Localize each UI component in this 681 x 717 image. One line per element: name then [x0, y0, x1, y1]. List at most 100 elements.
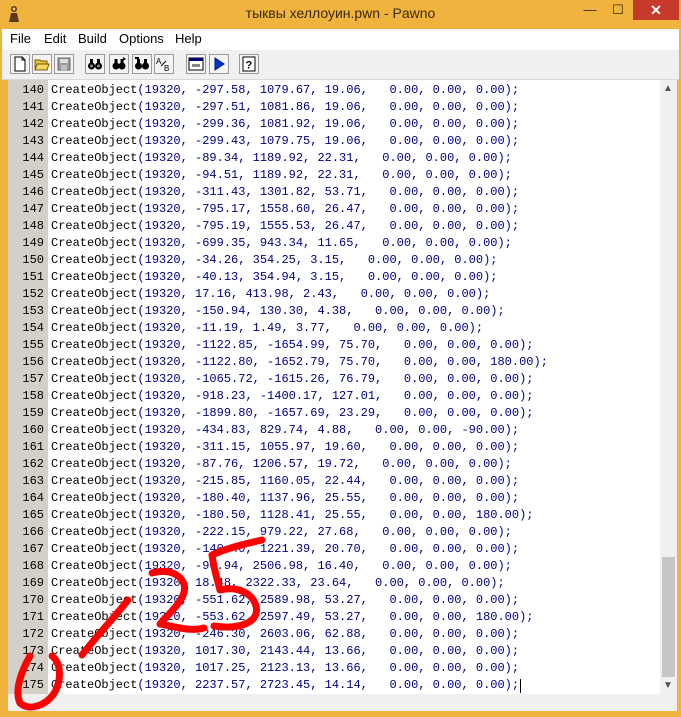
- code-text[interactable]: CreateObject(19320, -1122.85, -1654.99, …: [51, 337, 534, 354]
- line-number: 141: [22, 100, 44, 114]
- code-text[interactable]: CreateObject(19320, -553.62, 2597.49, 53…: [51, 609, 534, 626]
- code-text[interactable]: CreateObject(19320, 17.16, 413.98, 2.43,…: [51, 286, 490, 303]
- code-line[interactable]: 143 CreateObject(19320, -299.43, 1079.75,…: [8, 133, 660, 150]
- vertical-scroll-thumb[interactable]: [662, 557, 675, 677]
- code-line[interactable]: 167 CreateObject(19320, -140.40, 1221.39,…: [8, 541, 660, 558]
- code-line[interactable]: 148 CreateObject(19320, -795.19, 1555.53,…: [8, 218, 660, 235]
- run-play-icon[interactable]: [209, 54, 229, 74]
- code-line[interactable]: 166 CreateObject(19320, -222.15, 979.22, …: [8, 524, 660, 541]
- open-folder-icon[interactable]: [32, 54, 52, 74]
- code-text[interactable]: CreateObject(19320, -11.19, 1.49, 3.77, …: [51, 320, 483, 337]
- code-line[interactable]: 172 CreateObject(19320, -246.30, 2603.06,…: [8, 626, 660, 643]
- code-text[interactable]: CreateObject(19320, -87.76, 1206.57, 19.…: [51, 456, 512, 473]
- code-text[interactable]: CreateObject(19320, 1017.30, 2143.44, 13…: [51, 643, 519, 660]
- code-text[interactable]: CreateObject(19320, -311.15, 1055.97, 19…: [51, 439, 519, 456]
- code-line[interactable]: 165 CreateObject(19320, -180.50, 1128.41,…: [8, 507, 660, 524]
- code-line[interactable]: 142 CreateObject(19320, -299.36, 1081.92,…: [8, 116, 660, 133]
- new-file-icon[interactable]: [10, 54, 30, 74]
- code-line[interactable]: 162 CreateObject(19320, -87.76, 1206.57, …: [8, 456, 660, 473]
- replace-ab-icon[interactable]: AB: [154, 54, 174, 74]
- code-text[interactable]: CreateObject(19320, -150.94, 130.30, 4.3…: [51, 303, 505, 320]
- code-editor[interactable]: 140 CreateObject(19320, -297.58, 1079.67,…: [8, 80, 660, 694]
- code-line[interactable]: 149 CreateObject(19320, -699.35, 943.34, …: [8, 235, 660, 252]
- code-text[interactable]: CreateObject(19320, 18.48, 2322.33, 23.6…: [51, 575, 505, 592]
- close-button[interactable]: ✕: [633, 0, 679, 20]
- code-line[interactable]: 147 CreateObject(19320, -795.17, 1558.60,…: [8, 201, 660, 218]
- code-line[interactable]: 173 CreateObject(19320, 1017.30, 2143.44,…: [8, 643, 660, 660]
- code-text[interactable]: CreateObject(19320, -34.26, 354.25, 3.15…: [51, 252, 497, 269]
- code-line[interactable]: 160 CreateObject(19320, -434.83, 829.74, …: [8, 422, 660, 439]
- code-text[interactable]: CreateObject(19320, -795.17, 1558.60, 26…: [51, 201, 519, 218]
- code-line[interactable]: 169 CreateObject(19320, 18.48, 2322.33, 2…: [8, 575, 660, 592]
- code-line[interactable]: 155 CreateObject(19320, -1122.85, -1654.9…: [8, 337, 660, 354]
- code-text[interactable]: CreateObject(19320, -222.15, 979.22, 27.…: [51, 524, 512, 541]
- code-text[interactable]: CreateObject(19320, -94.51, 1189.92, 22.…: [51, 167, 512, 184]
- menu-edit[interactable]: Edit: [44, 31, 66, 46]
- line-number: 154: [22, 321, 44, 335]
- minimize-button[interactable]: —: [576, 0, 604, 20]
- code-text[interactable]: CreateObject(19320, -40.13, 354.94, 3.15…: [51, 269, 497, 286]
- code-line[interactable]: 141 CreateObject(19320, -297.51, 1081.86,…: [8, 99, 660, 116]
- code-text[interactable]: CreateObject(19320, -297.51, 1081.86, 19…: [51, 99, 519, 116]
- scroll-down-arrow-icon[interactable]: ▼: [663, 680, 673, 691]
- code-text[interactable]: CreateObject(19320, -699.35, 943.34, 11.…: [51, 235, 512, 252]
- menu-options[interactable]: Options: [119, 31, 164, 46]
- code-text[interactable]: CreateObject(19320, -299.43, 1079.75, 19…: [51, 133, 519, 150]
- code-line[interactable]: 150 CreateObject(19320, -34.26, 354.25, 3…: [8, 252, 660, 269]
- code-line[interactable]: 168 CreateObject(19320, -90.94, 2506.98, …: [8, 558, 660, 575]
- replace-binoculars-icon[interactable]: [132, 54, 152, 74]
- code-line[interactable]: 163 CreateObject(19320, -215.85, 1160.05,…: [8, 473, 660, 490]
- code-line[interactable]: 175 CreateObject(19320, 2237.57, 2723.45,…: [8, 677, 660, 694]
- maximize-button[interactable]: ☐: [604, 0, 632, 20]
- help-question-icon[interactable]: ?: [239, 54, 259, 74]
- code-line[interactable]: 157 CreateObject(19320, -1065.72, -1615.2…: [8, 371, 660, 388]
- code-text[interactable]: CreateObject(19320, -1122.80, -1652.79, …: [51, 354, 548, 371]
- title-bar[interactable]: тыквы хеллоуин.pwn - Pawno — ☐ ✕: [0, 0, 681, 29]
- code-text[interactable]: CreateObject(19320, -180.40, 1137.96, 25…: [51, 490, 519, 507]
- scroll-up-arrow-icon[interactable]: ▲: [663, 83, 673, 94]
- code-line[interactable]: 156 CreateObject(19320, -1122.80, -1652.7…: [8, 354, 660, 371]
- find-next-binoculars-icon[interactable]: [109, 54, 129, 74]
- code-line[interactable]: 174 CreateObject(19320, 1017.25, 2123.13,…: [8, 660, 660, 677]
- code-text[interactable]: CreateObject(19320, -180.50, 1128.41, 25…: [51, 507, 534, 524]
- line-number: 165: [22, 508, 44, 522]
- menu-build[interactable]: Build: [78, 31, 107, 46]
- code-line[interactable]: 164 CreateObject(19320, -180.40, 1137.96,…: [8, 490, 660, 507]
- code-text[interactable]: CreateObject(19320, -311.43, 1301.82, 53…: [51, 184, 519, 201]
- code-text[interactable]: CreateObject(19320, 1017.25, 2123.13, 13…: [51, 660, 519, 677]
- code-line[interactable]: 152 CreateObject(19320, 17.16, 413.98, 2.…: [8, 286, 660, 303]
- code-text[interactable]: CreateObject(19320, -90.94, 2506.98, 16.…: [51, 558, 512, 575]
- code-line[interactable]: 154 CreateObject(19320, -11.19, 1.49, 3.7…: [8, 320, 660, 337]
- code-text[interactable]: CreateObject(19320, -434.83, 829.74, 4.8…: [51, 422, 519, 439]
- code-line[interactable]: 146 CreateObject(19320, -311.43, 1301.82,…: [8, 184, 660, 201]
- find-binoculars-icon[interactable]: [85, 54, 105, 74]
- code-text[interactable]: CreateObject(19320, -551.62, 2589.98, 53…: [51, 592, 519, 609]
- code-text[interactable]: CreateObject(19320, 2237.57, 2723.45, 14…: [51, 677, 519, 694]
- code-text[interactable]: CreateObject(19320, -299.36, 1081.92, 19…: [51, 116, 519, 133]
- code-line[interactable]: 161 CreateObject(19320, -311.15, 1055.97,…: [8, 439, 660, 456]
- code-text[interactable]: CreateObject(19320, -918.23, -1400.17, 1…: [51, 388, 534, 405]
- horizontal-scrollbar[interactable]: [8, 694, 677, 711]
- code-line[interactable]: 140 CreateObject(19320, -297.58, 1079.67,…: [8, 82, 660, 99]
- code-line[interactable]: 145 CreateObject(19320, -94.51, 1189.92, …: [8, 167, 660, 184]
- menu-file[interactable]: File: [10, 31, 31, 46]
- code-line[interactable]: 153 CreateObject(19320, -150.94, 130.30, …: [8, 303, 660, 320]
- menu-help[interactable]: Help: [175, 31, 202, 46]
- code-line[interactable]: 151 CreateObject(19320, -40.13, 354.94, 3…: [8, 269, 660, 286]
- compile-window-icon[interactable]: [186, 54, 206, 74]
- code-text[interactable]: CreateObject(19320, -795.19, 1555.53, 26…: [51, 218, 519, 235]
- code-text[interactable]: CreateObject(19320, -246.30, 2603.06, 62…: [51, 626, 519, 643]
- code-text[interactable]: CreateObject(19320, -89.34, 1189.92, 22.…: [51, 150, 512, 167]
- code-line[interactable]: 171 CreateObject(19320, -553.62, 2597.49,…: [8, 609, 660, 626]
- code-text[interactable]: CreateObject(19320, -297.58, 1079.67, 19…: [51, 82, 519, 99]
- code-line[interactable]: 170 CreateObject(19320, -551.62, 2589.98,…: [8, 592, 660, 609]
- code-line[interactable]: 159 CreateObject(19320, -1899.80, -1657.6…: [8, 405, 660, 422]
- code-text[interactable]: CreateObject(19320, -215.85, 1160.05, 22…: [51, 473, 519, 490]
- code-line[interactable]: 158 CreateObject(19320, -918.23, -1400.17…: [8, 388, 660, 405]
- save-disk-icon[interactable]: [54, 54, 74, 74]
- code-line[interactable]: 144 CreateObject(19320, -89.34, 1189.92, …: [8, 150, 660, 167]
- code-text[interactable]: CreateObject(19320, -1899.80, -1657.69, …: [51, 405, 534, 422]
- code-text[interactable]: CreateObject(19320, -1065.72, -1615.26, …: [51, 371, 534, 388]
- vertical-scrollbar[interactable]: ▲ ▼: [660, 80, 677, 694]
- code-text[interactable]: CreateObject(19320, -140.40, 1221.39, 20…: [51, 541, 519, 558]
